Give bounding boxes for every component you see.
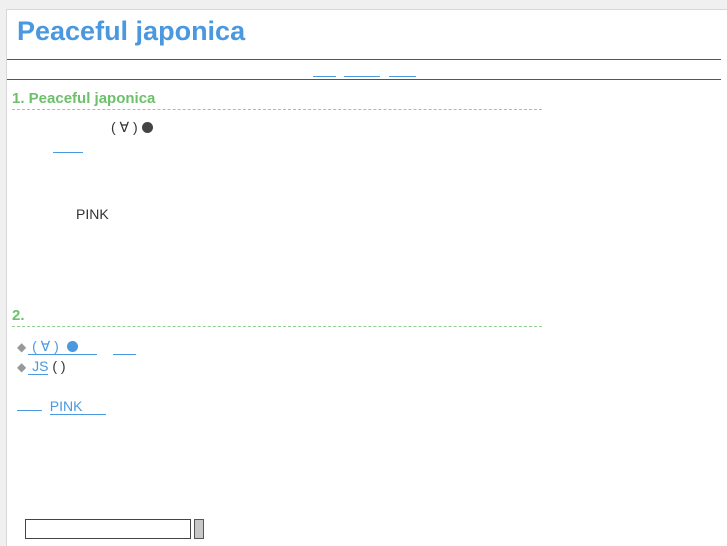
top-nav-link-1[interactable] <box>313 64 336 77</box>
pink-link[interactable]: PINK <box>49 398 106 415</box>
list-item-link-2[interactable] <box>112 338 137 355</box>
pink-link-row: PINK <box>17 394 106 415</box>
section-1-heading: 1. Peaceful japonica <box>12 90 542 110</box>
diamond-bullet-icon: ◆ <box>17 360 27 374</box>
top-nav-link-2[interactable] <box>344 64 380 77</box>
top-nav-link-3[interactable] <box>389 64 416 77</box>
js-suffix: ( ) <box>48 358 66 374</box>
blue-dot-icon <box>66 341 78 352</box>
section-2-list: ◆ ( ∀ ) ◆ JS ( ) <box>17 336 137 376</box>
page: Peaceful japonica 1. Peaceful japonica (… <box>6 9 727 546</box>
site-title: Peaceful japonica <box>17 16 246 46</box>
header-divider-bottom <box>7 79 721 80</box>
kaomoji-text: ( ∀ ) <box>111 119 153 136</box>
pink-prefix-link[interactable] <box>17 394 42 411</box>
kaomoji-link[interactable]: ( ∀ ) <box>28 338 98 355</box>
section-2-heading: 2. <box>12 307 542 327</box>
section-1-link[interactable] <box>53 140 83 153</box>
pink-text: PINK <box>76 206 109 222</box>
kaomoji-face: ( ∀ ) <box>111 119 138 135</box>
header-divider-top <box>7 59 721 60</box>
list-item: ◆ ( ∀ ) <box>17 336 137 356</box>
black-dot-icon <box>141 122 153 133</box>
list-item: ◆ JS ( ) <box>17 356 136 376</box>
diamond-bullet-icon: ◆ <box>17 340 27 354</box>
js-link[interactable]: JS <box>28 358 49 375</box>
search-button[interactable] <box>194 519 204 539</box>
search-input[interactable] <box>25 519 191 539</box>
